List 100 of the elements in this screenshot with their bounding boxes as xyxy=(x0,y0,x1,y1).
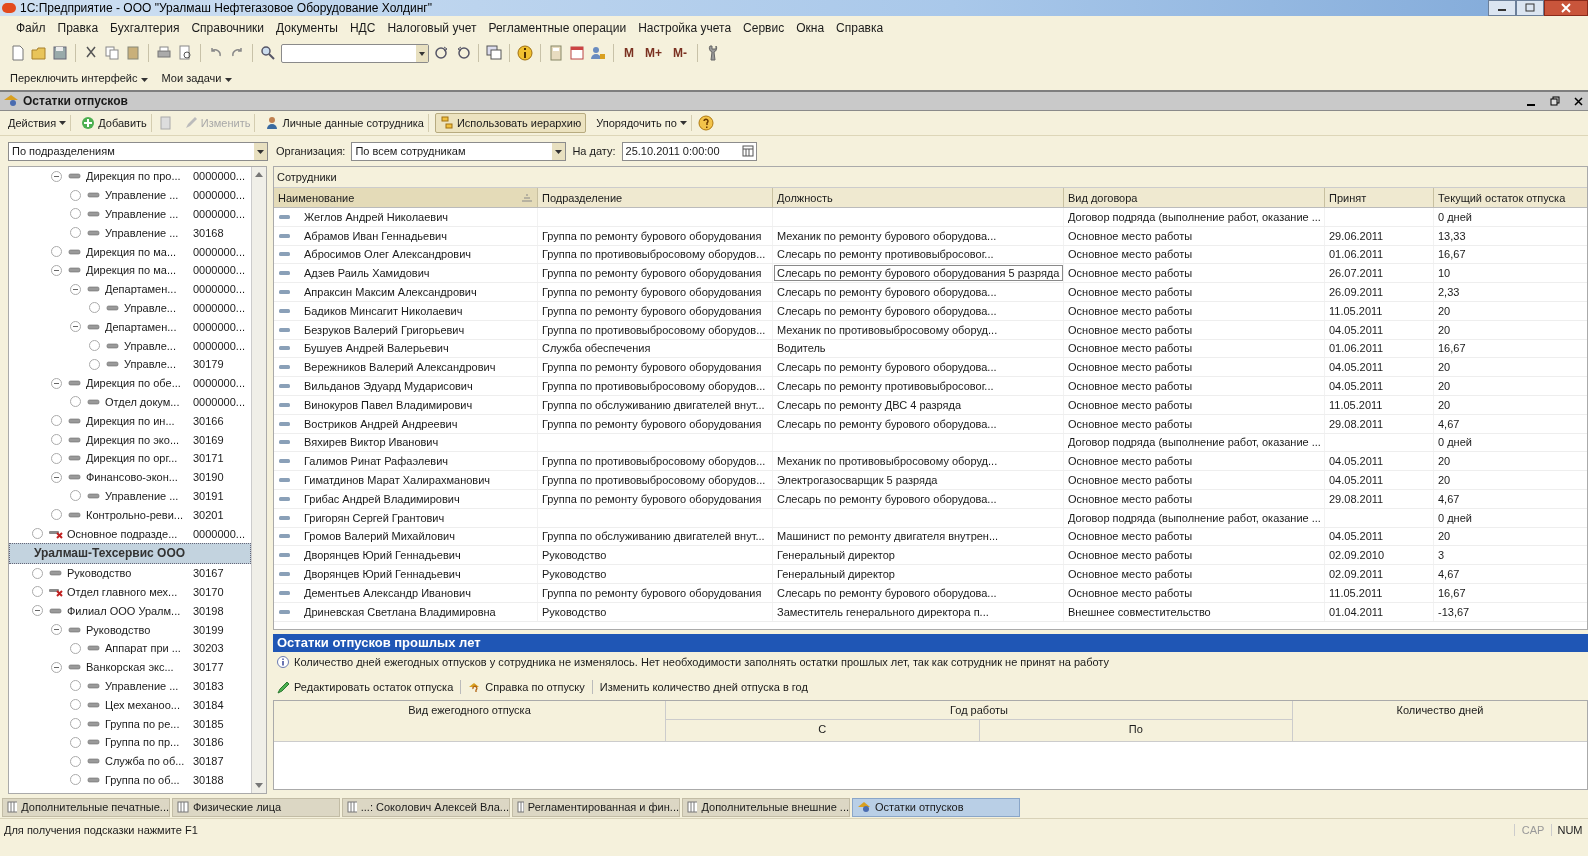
circle-icon[interactable] xyxy=(32,586,43,598)
print-icon[interactable] xyxy=(156,45,172,61)
calendar-icon[interactable] xyxy=(569,45,585,61)
menu-item[interactable]: Файл xyxy=(16,21,46,35)
collapse-icon[interactable] xyxy=(51,624,62,635)
circle-icon[interactable] xyxy=(70,699,81,711)
info-icon[interactable] xyxy=(517,45,533,61)
tree-item[interactable]: Управление ... 30191 xyxy=(9,486,251,506)
employee-row-name[interactable]: Абрамов Иван Геннадьевич xyxy=(274,226,538,245)
scroll-down-icon[interactable] xyxy=(255,783,263,788)
tree-item[interactable]: Цех механоо... 30184 xyxy=(9,695,251,715)
date-field[interactable]: 25.10.2011 0:00:00 xyxy=(621,141,757,161)
employee-row-name[interactable]: Вережников Валерий Александрович xyxy=(274,358,538,377)
folder-icon[interactable] xyxy=(31,45,47,61)
column-header[interactable]: Принят xyxy=(1325,188,1434,207)
employee-row-name[interactable]: Вильданов Эдуард Мударисович xyxy=(274,377,538,395)
close-icon[interactable] xyxy=(1544,0,1588,16)
collapse-icon[interactable] xyxy=(51,377,62,389)
collapse-icon[interactable] xyxy=(70,321,81,333)
panel-menu-button[interactable]: Переключить интерфейс xyxy=(10,72,148,84)
menu-item[interactable]: Настройка учета xyxy=(638,21,732,35)
tree-item[interactable]: Основное подразде... 0000000... xyxy=(9,524,251,543)
column-header[interactable]: Вид договора xyxy=(1064,188,1325,207)
collapse-icon[interactable] xyxy=(51,170,62,182)
menu-item[interactable]: Справочники xyxy=(191,21,265,35)
user-lock-icon[interactable] xyxy=(590,45,606,61)
circle-icon[interactable] xyxy=(70,396,81,408)
preview-icon[interactable] xyxy=(177,45,193,61)
employee-row-name[interactable]: Апраксин Максим Александрович xyxy=(274,283,538,301)
employee-row-name[interactable]: Дворянцев Юрий Геннадьевич xyxy=(274,546,538,565)
tree-item[interactable]: Служба по об... 30187 xyxy=(9,751,251,771)
tree-item[interactable]: Управле... 30179 xyxy=(9,354,251,374)
employee-row-name[interactable]: Востриков Андрей Андреевич xyxy=(274,414,538,433)
employee-row-name[interactable]: Гиматдинов Марат Халирахманович xyxy=(274,471,538,489)
tree-item[interactable]: Уралмаш-Техсервис ООО xyxy=(9,542,251,564)
tree-item[interactable]: Контрольно-реви... 30201 xyxy=(9,505,251,525)
employee-row-name[interactable]: Григорян Сергей Грантович xyxy=(274,508,538,527)
toolbar-button[interactable]: Использовать иерархию xyxy=(434,113,587,133)
column-header[interactable]: Подразделение xyxy=(538,188,773,207)
calendar-icon[interactable] xyxy=(741,145,754,157)
toolbar-button[interactable]: Изменить количество дней отпуска в год xyxy=(599,681,808,693)
toolbar-button[interactable]: Действия xyxy=(4,115,72,131)
toolbar-button[interactable]: Личные данные сотрудника xyxy=(261,114,429,132)
tree-item[interactable]: Дирекция по ма... 0000000... xyxy=(9,242,251,261)
employee-row-name[interactable]: Вяхирев Виктор Иванович xyxy=(274,433,538,452)
collapse-icon[interactable] xyxy=(51,661,62,673)
minimize-icon[interactable] xyxy=(1488,0,1516,16)
circle-icon[interactable] xyxy=(70,736,81,748)
organization-dropdown[interactable]: По всем сотрудникам xyxy=(351,141,567,161)
circle-icon[interactable] xyxy=(51,509,62,521)
menu-item[interactable]: Регламентные операции xyxy=(488,21,627,35)
menu-item[interactable]: Налоговый учет xyxy=(387,21,477,35)
tree-item[interactable]: Ванкорская экс... 30177 xyxy=(9,657,251,677)
circle-icon[interactable] xyxy=(70,718,81,729)
caret-icon[interactable] xyxy=(552,142,566,160)
employee-row-name[interactable]: Громов Валерий Михайлович xyxy=(274,527,538,546)
tree-item[interactable]: Управле... 0000000... xyxy=(9,336,251,355)
collapse-icon[interactable] xyxy=(51,471,62,483)
employee-row-name[interactable]: Галимов Ринат Рафаэлевич xyxy=(274,452,538,471)
circle-icon[interactable] xyxy=(32,528,43,540)
tree-item[interactable]: Департамен... 0000000... xyxy=(9,317,251,337)
collapse-icon[interactable] xyxy=(32,605,43,617)
search-field[interactable] xyxy=(281,43,429,63)
memory-button[interactable]: M+ xyxy=(642,46,665,60)
memory-button[interactable]: M xyxy=(621,46,637,60)
window-tab[interactable]: Остатки отпусков xyxy=(852,797,1020,817)
tree-item[interactable]: Дирекция по орг... 30171 xyxy=(9,448,251,468)
doc-icon[interactable] xyxy=(10,45,26,61)
tree-item[interactable]: Дирекция по эко... 30169 xyxy=(9,430,251,449)
circle-icon[interactable] xyxy=(70,755,81,767)
employee-row-name[interactable]: Адзев Раиль Хамидович xyxy=(274,264,538,283)
tree-item[interactable]: Отдел докум... 0000000... xyxy=(9,392,251,412)
tree-item[interactable]: Руководство 30199 xyxy=(9,620,251,639)
tree-item[interactable]: Дирекция по ма... 0000000... xyxy=(9,261,251,280)
circle-icon[interactable] xyxy=(70,490,81,502)
employee-row-name[interactable]: Дворянцев Юрий Геннадьевич xyxy=(274,565,538,583)
toolbar-button[interactable]: Редактировать остаток отпуска xyxy=(277,680,454,694)
circle-icon[interactable] xyxy=(51,452,62,464)
menu-item[interactable]: Справка xyxy=(836,21,884,35)
column-header[interactable]: Текущий остаток отпуска xyxy=(1434,188,1587,207)
menu-item[interactable]: Правка xyxy=(57,21,99,35)
circle-icon[interactable] xyxy=(70,227,81,239)
tree-item[interactable]: Дирекция по ин... 30166 xyxy=(9,411,251,431)
tree-item[interactable]: Руководство 30167 xyxy=(9,563,251,583)
tree-item[interactable]: Отдел главного мех... 30170 xyxy=(9,582,251,602)
window-tab[interactable]: ...: Соколович Алексей Вла... xyxy=(342,797,510,817)
tree-item[interactable]: Группа по ре... 30185 xyxy=(9,714,251,733)
employee-row-name[interactable]: Бушуев Андрей Валерьевич xyxy=(274,339,538,358)
employee-row-name[interactable]: Дементьев Александр Иванович xyxy=(274,583,538,602)
column-header[interactable]: Наименование xyxy=(274,188,538,207)
toolbar-button[interactable]: Упорядочить по xyxy=(592,115,692,131)
copy-icon[interactable] xyxy=(104,45,120,61)
circle-icon[interactable] xyxy=(51,434,62,446)
tree-item[interactable]: Управление ... 30183 xyxy=(9,676,251,696)
window-tab[interactable]: Регламентированная и фин... xyxy=(512,797,680,817)
memory-button[interactable]: M- xyxy=(670,46,690,60)
help-button[interactable] xyxy=(697,115,714,131)
tree-item[interactable]: Департамен... 0000000... xyxy=(9,279,251,299)
employee-row-name[interactable]: Бадиков Минсагит Николаевич xyxy=(274,302,538,320)
collapse-icon[interactable] xyxy=(51,264,62,276)
